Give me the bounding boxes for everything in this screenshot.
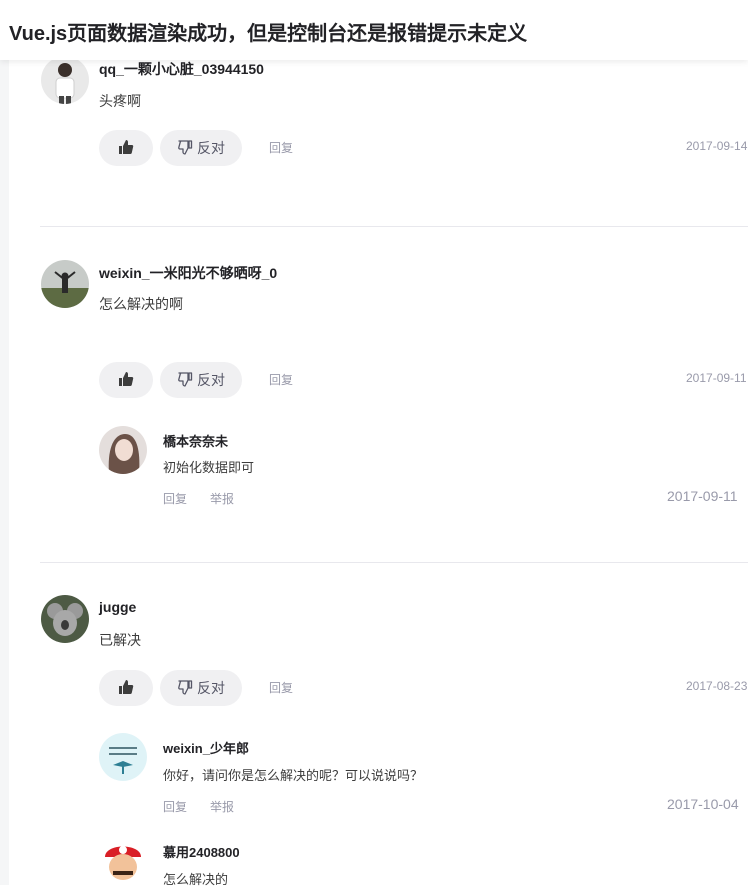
thumbs-down-icon — [177, 679, 193, 698]
user-avatar[interactable] — [41, 56, 89, 104]
reply-date: 2017-09-11 — [667, 488, 738, 504]
comment-date: 2017-09-14 — [686, 139, 748, 153]
dislike-button[interactable]: 反对 — [160, 670, 242, 706]
thumbs-up-icon — [118, 371, 134, 390]
reply-username[interactable]: weixin_少年郎 — [163, 738, 249, 757]
thumbs-up-icon — [118, 139, 134, 158]
thumbs-down-icon — [177, 139, 193, 158]
comment-text: 已解决 — [99, 632, 141, 648]
user-avatar[interactable] — [41, 595, 89, 643]
reply-link[interactable]: 回复 — [163, 798, 187, 815]
reply-username[interactable]: 橋本奈奈未 — [163, 431, 228, 450]
comment-text: 怎么解决的啊 — [99, 296, 183, 312]
reply-link[interactable]: 回复 — [269, 139, 293, 156]
dislike-button[interactable]: 反对 — [160, 362, 242, 398]
comment-date: 2017-09-11 — [686, 371, 747, 385]
comment-username[interactable]: qq_一颗小心脏_03944150 — [99, 59, 264, 79]
dislike-label: 反对 — [197, 140, 225, 156]
reply-avatar[interactable] — [99, 426, 147, 474]
reply-link[interactable]: 回复 — [269, 679, 293, 696]
like-button[interactable] — [99, 362, 153, 398]
article-title-bar: Vue.js页面数据渲染成功，但是控制台还是报错提示未定义 — [0, 0, 748, 60]
comment-username[interactable]: weixin_一米阳光不够晒呀_0 — [99, 263, 277, 283]
like-button[interactable] — [99, 670, 153, 706]
report-link[interactable]: 举报 — [210, 798, 234, 815]
reply-username[interactable]: 慕用2408800 — [163, 842, 240, 861]
dislike-label: 反对 — [197, 372, 225, 388]
comment-text: 头疼啊 — [99, 93, 141, 109]
left-gutter — [0, 0, 9, 885]
thumbs-down-icon — [177, 371, 193, 390]
reply-text: 怎么解决的 — [163, 872, 229, 887]
reply-text: 你好，请问你是怎么解决的呢？可以说说吗？ — [163, 768, 424, 783]
reply-text: 初始化数据即可 — [163, 460, 255, 475]
reply-date: 2017-10-04 — [667, 796, 739, 812]
dislike-button[interactable]: 反对 — [160, 130, 242, 166]
reply-link[interactable]: 回复 — [269, 371, 293, 388]
reply-avatar[interactable] — [99, 733, 147, 781]
comment-date: 2017-08-23 — [686, 679, 748, 693]
report-link[interactable]: 举报 — [210, 490, 234, 507]
comment-divider — [40, 226, 748, 227]
thumbs-up-icon — [118, 679, 134, 698]
comment-divider — [40, 562, 748, 563]
user-avatar[interactable] — [41, 260, 89, 308]
reply-avatar[interactable] — [99, 837, 147, 885]
like-button[interactable] — [99, 130, 153, 166]
comment-username[interactable]: jugge — [99, 599, 136, 615]
page-title: Vue.js页面数据渲染成功，但是控制台还是报错提示未定义 — [9, 23, 528, 45]
dislike-label: 反对 — [197, 680, 225, 696]
reply-link[interactable]: 回复 — [163, 490, 187, 507]
